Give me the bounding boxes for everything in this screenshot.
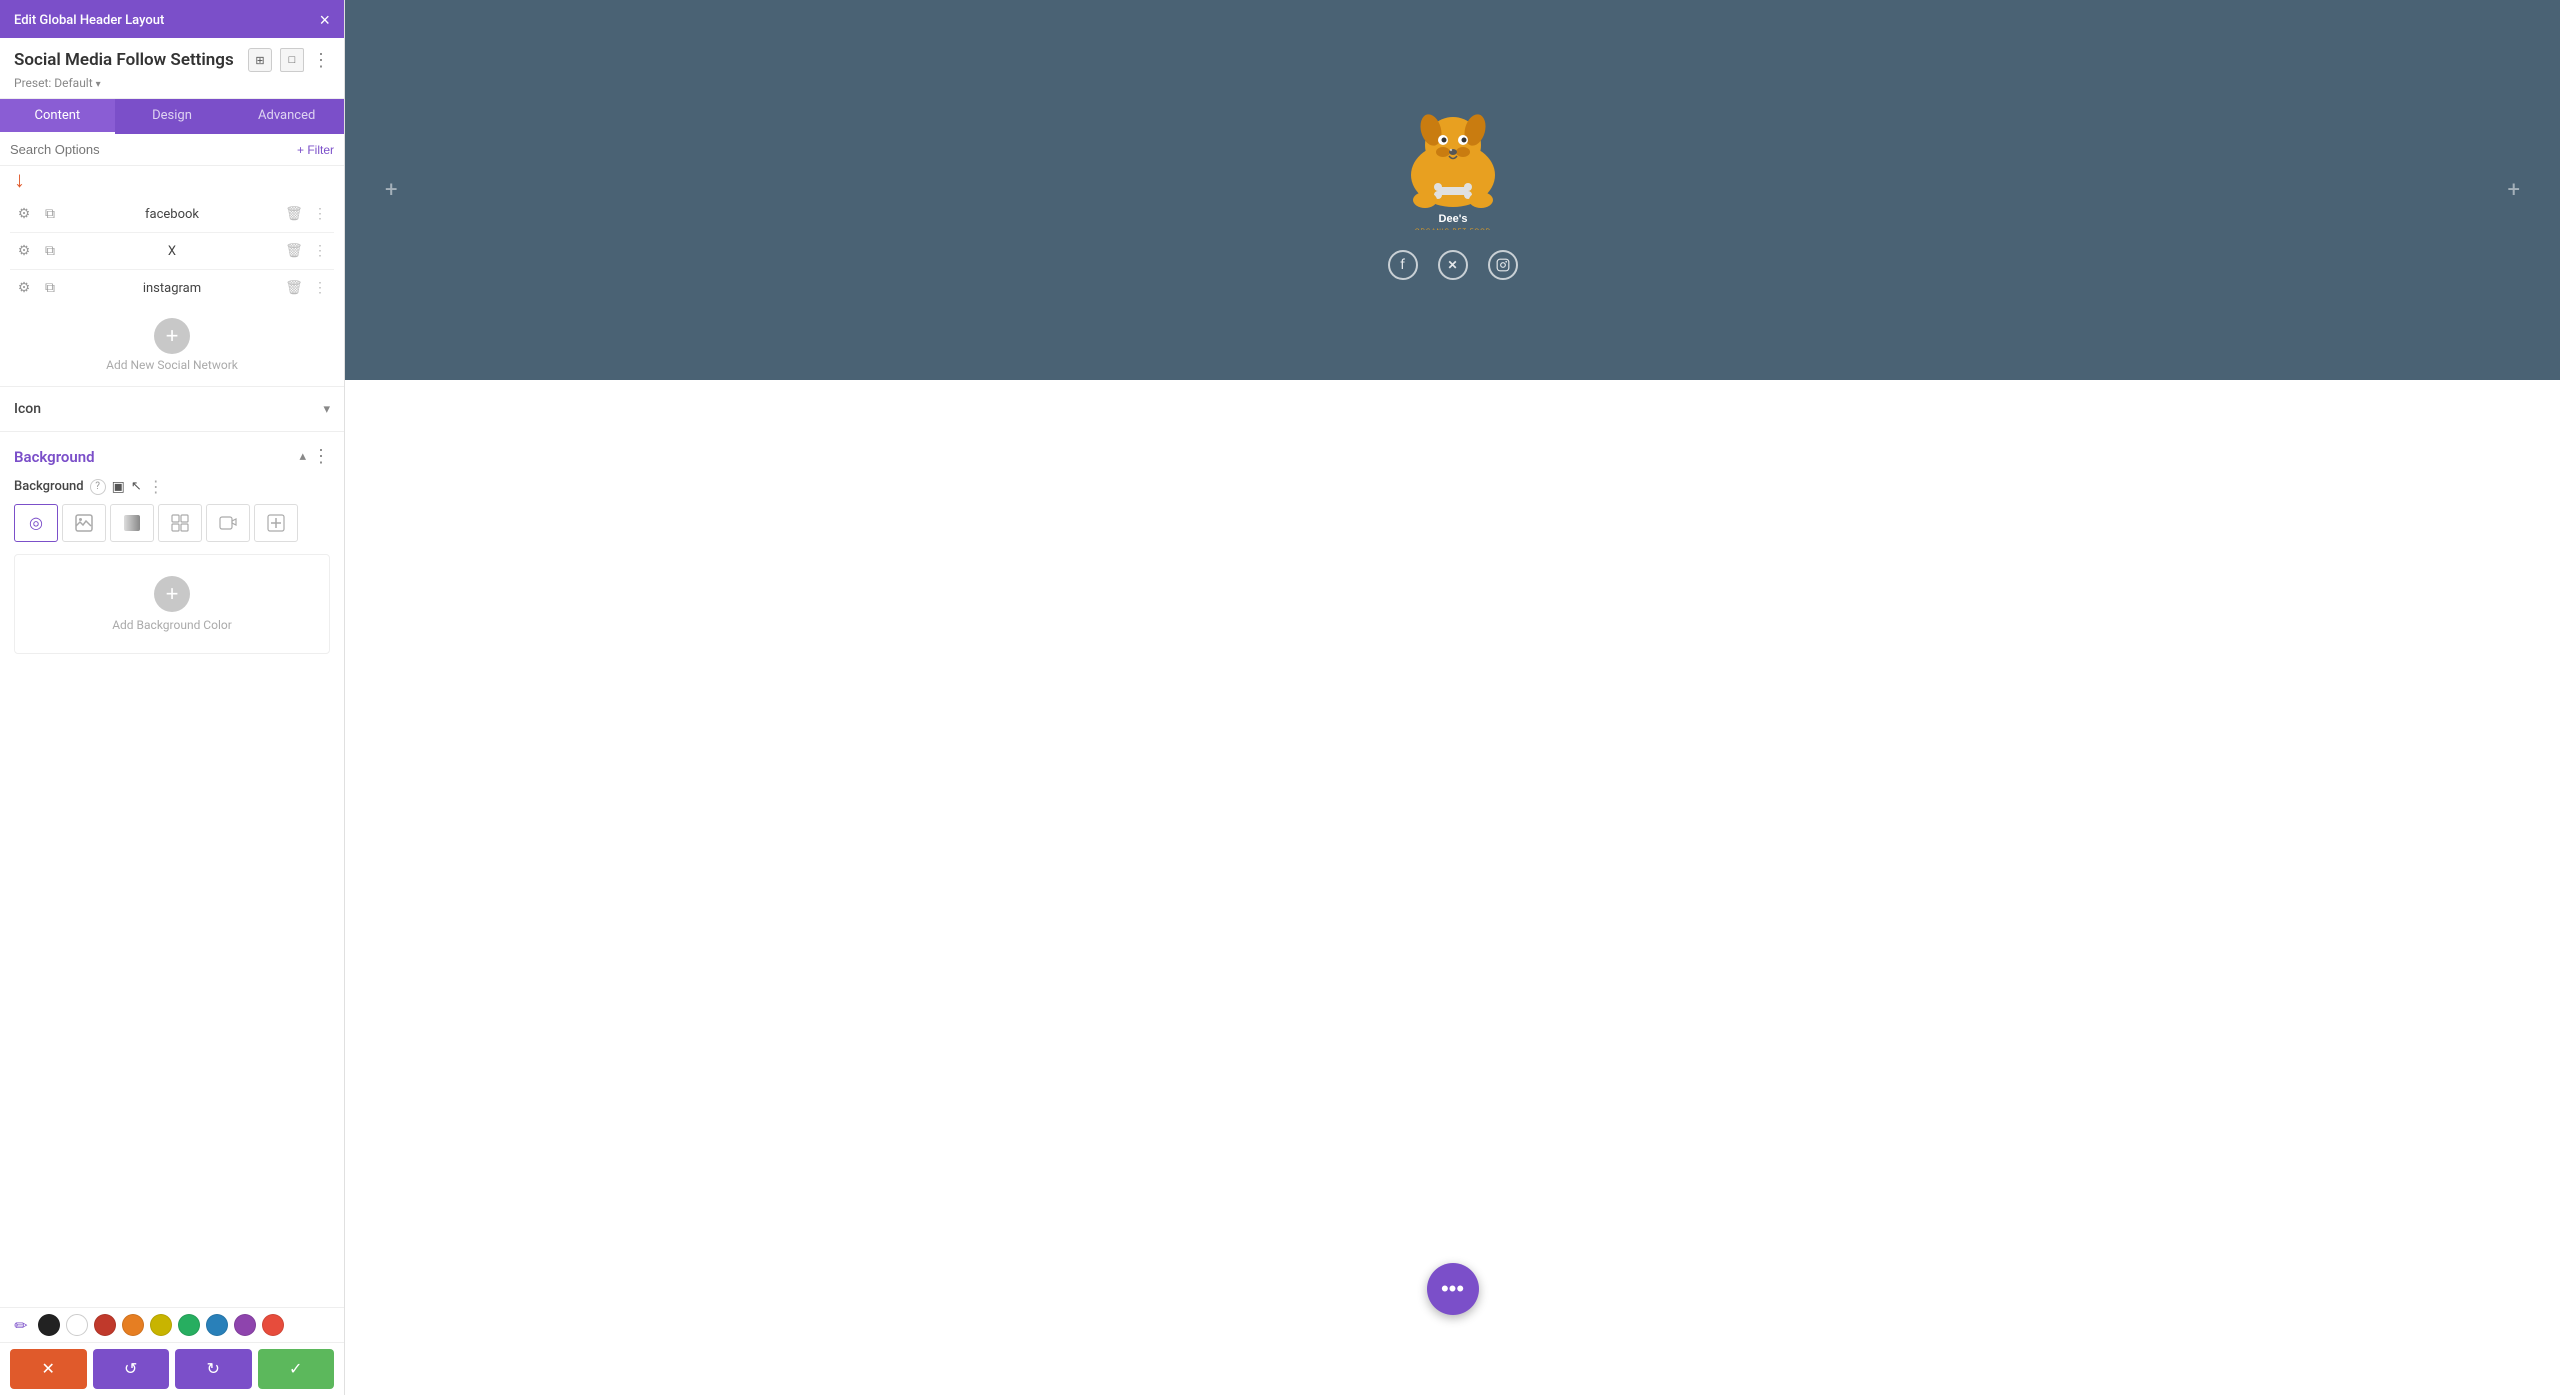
icon-section-title: Icon — [14, 401, 41, 417]
more-icon[interactable]: ⋮ — [310, 204, 330, 224]
color-swatch[interactable] — [178, 1314, 200, 1336]
save-button[interactable]: ✓ — [258, 1349, 335, 1389]
chevron-down-icon: ▾ — [323, 402, 330, 417]
add-background-color-label: Add Background Color — [112, 618, 232, 632]
plus-right-icon[interactable]: + — [2508, 178, 2520, 203]
tab-design[interactable]: Design — [115, 99, 230, 134]
trash-icon[interactable]: 🗑 — [284, 241, 304, 261]
logo-image: Dee's ORGANIC PET FOOD — [1383, 100, 1523, 230]
help-icon[interactable]: ? — [90, 479, 106, 495]
x-twitter-icon[interactable]: ✕ — [1438, 250, 1468, 280]
bg-type-image-button[interactable] — [62, 504, 106, 542]
list-item: ⚙ ⧉ facebook 🗑 ⋮ — [10, 196, 334, 233]
top-bar-title: Edit Global Header Layout — [14, 13, 164, 28]
plus-left-icon[interactable]: + — [385, 178, 397, 203]
trash-icon[interactable]: 🗑 — [284, 278, 304, 298]
bg-type-color-button[interactable]: ◎ — [14, 504, 58, 542]
arrow-indicator: ↓ — [0, 166, 344, 196]
window-icon-btn[interactable]: □ — [280, 48, 304, 72]
gear-icon[interactable]: ⚙ — [14, 241, 34, 261]
bg-label: Background — [14, 479, 84, 494]
facebook-icon[interactable]: f — [1388, 250, 1418, 280]
bg-type-gradient-button[interactable] — [110, 504, 154, 542]
bg-type-row: ◎ — [14, 504, 330, 542]
svg-text:Dee's: Dee's — [1438, 213, 1467, 225]
section-more-icon[interactable]: ⋮ — [312, 446, 330, 467]
background-section-content: Background ? ▣ ↖ ⋮ ◎ — [0, 477, 344, 670]
color-swatch[interactable] — [38, 1314, 60, 1336]
bg-type-pattern-button[interactable] — [158, 504, 202, 542]
background-section-title: Background — [14, 448, 95, 466]
search-bar: + Filter — [0, 134, 344, 166]
color-swatch[interactable] — [262, 1314, 284, 1336]
tab-advanced[interactable]: Advanced — [229, 99, 344, 134]
gear-icon[interactable]: ⚙ — [14, 204, 34, 224]
list-item: ⚙ ⧉ instagram 🗑 ⋮ — [10, 270, 334, 306]
expand-icon-btn[interactable]: ⊞ — [248, 48, 272, 72]
color-swatch[interactable] — [66, 1314, 88, 1336]
logo-area: Dee's ORGANIC PET FOOD f ✕ — [1383, 100, 1523, 280]
icon-section-header[interactable]: Icon ▾ — [0, 391, 344, 427]
social-item-name: instagram — [66, 281, 278, 296]
redo-button[interactable]: ↻ — [175, 1349, 252, 1389]
more-icon[interactable]: ⋮ — [310, 241, 330, 261]
copy-icon[interactable]: ⧉ — [40, 204, 60, 224]
bg-type-other-button[interactable] — [254, 504, 298, 542]
gear-icon[interactable]: ⚙ — [14, 278, 34, 298]
pen-icon[interactable]: ✏ — [10, 1314, 32, 1336]
add-background-color-button[interactable]: + — [154, 576, 190, 612]
filter-button[interactable]: + Filter — [297, 143, 334, 157]
add-social-button[interactable]: + — [154, 318, 190, 354]
color-swatch[interactable] — [206, 1314, 228, 1336]
copy-icon[interactable]: ⧉ — [40, 241, 60, 261]
cursor-icon[interactable]: ↖ — [131, 479, 142, 494]
preview-section: + — [345, 0, 2560, 380]
down-arrow-icon: ↓ — [14, 170, 25, 192]
divider — [0, 431, 344, 432]
undo-button[interactable]: ↺ — [93, 1349, 170, 1389]
bg-type-video-button[interactable] — [206, 504, 250, 542]
list-item: ⚙ ⧉ X 🗑 ⋮ — [10, 233, 334, 270]
instagram-icon[interactable] — [1488, 250, 1518, 280]
color-swatch[interactable] — [150, 1314, 172, 1336]
left-panel: Edit Global Header Layout × Social Media… — [0, 0, 345, 1395]
color-swatch[interactable] — [234, 1314, 256, 1336]
top-bar: Edit Global Header Layout × — [0, 0, 344, 38]
trash-icon[interactable]: 🗑 — [284, 204, 304, 224]
color-swatches-bar: ✏ — [0, 1307, 344, 1342]
background-section-header[interactable]: Background ▴ ⋮ — [0, 436, 344, 477]
spacer — [0, 670, 344, 730]
social-list: ⚙ ⧉ facebook 🗑 ⋮ ⚙ ⧉ X 🗑 ⋮ ⚙ ⧉ instagram… — [0, 196, 344, 306]
add-social-area: + Add New Social Network — [0, 306, 344, 382]
search-input[interactable] — [10, 142, 291, 157]
social-item-name: X — [66, 244, 278, 259]
floating-action-button[interactable]: ••• — [1427, 1263, 1479, 1315]
tabs-bar: Content Design Advanced — [0, 99, 344, 134]
module-dots-btn[interactable]: ⋮ — [312, 50, 330, 71]
preset-caret: ▾ — [96, 79, 101, 90]
color-swatch[interactable] — [122, 1314, 144, 1336]
tab-content[interactable]: Content — [0, 99, 115, 134]
social-icons-row: f ✕ — [1388, 250, 1518, 280]
add-social-label: Add New Social Network — [106, 358, 238, 372]
canvas-area: + — [345, 0, 2560, 1395]
module-title: Social Media Follow Settings — [14, 50, 240, 70]
more-icon[interactable]: ⋮ — [310, 278, 330, 298]
cancel-button[interactable]: ✕ — [10, 1349, 87, 1389]
action-bar: ✕ ↺ ↻ ✓ — [0, 1342, 344, 1395]
divider — [0, 386, 344, 387]
panel-content: + Filter ↓ ⚙ ⧉ facebook 🗑 ⋮ ⚙ ⧉ X 🗑 ⋮ — [0, 134, 344, 1307]
global-close-button[interactable]: × — [319, 11, 330, 29]
color-swatch[interactable] — [94, 1314, 116, 1336]
copy-icon[interactable]: ⧉ — [40, 278, 60, 298]
white-content-area: ••• — [345, 380, 2560, 1395]
chevron-up-icon: ▴ — [299, 449, 306, 464]
module-header: Social Media Follow Settings ⊞ □ ⋮ Prese… — [0, 38, 344, 99]
add-background-color-area: + Add Background Color — [14, 554, 330, 654]
device-icon[interactable]: ▣ — [112, 479, 125, 495]
svg-text:ORGANIC PET FOOD: ORGANIC PET FOOD — [1414, 229, 1490, 230]
social-item-name: facebook — [66, 207, 278, 222]
preset-label: Preset: Default — [14, 76, 93, 90]
bg-more-icon[interactable]: ⋮ — [148, 477, 164, 496]
